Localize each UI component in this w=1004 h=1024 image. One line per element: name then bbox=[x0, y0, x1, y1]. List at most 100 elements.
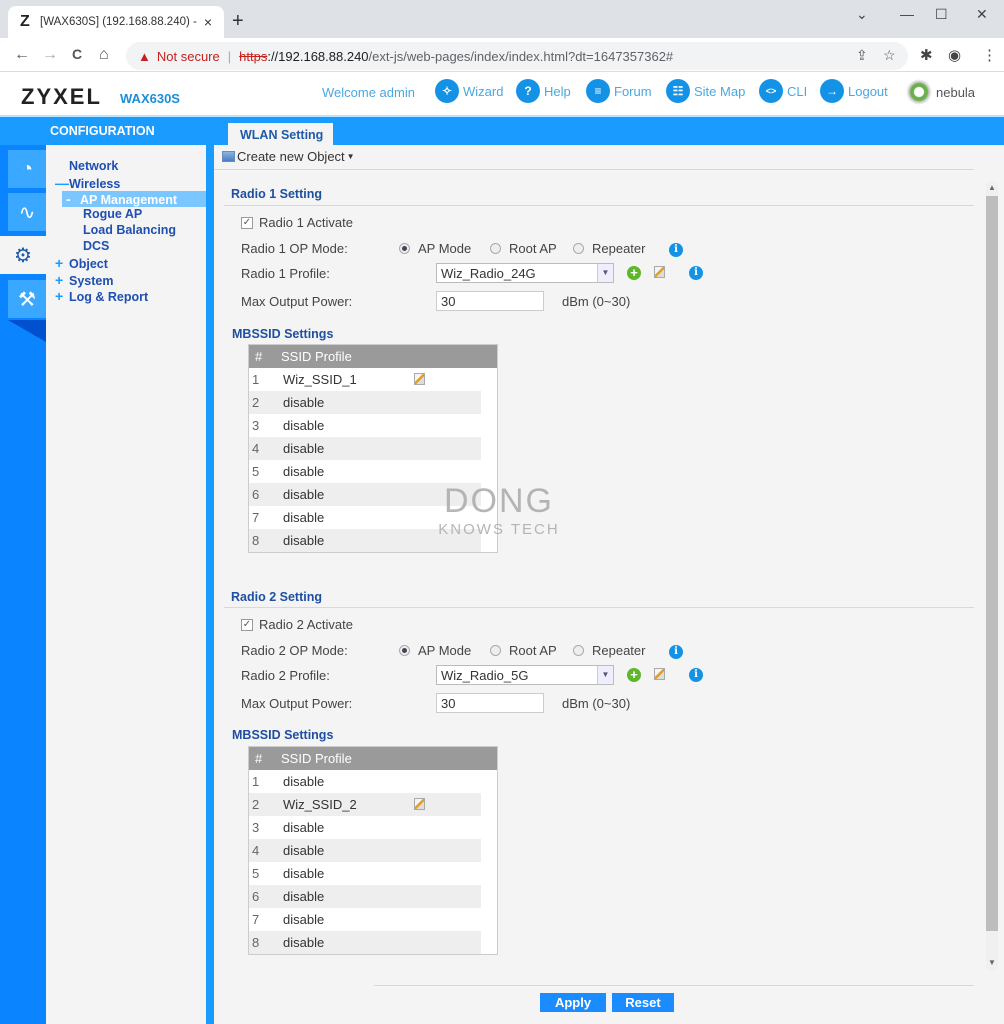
table-row[interactable]: 4 disable bbox=[249, 437, 481, 460]
profile-icon[interactable]: ◉ bbox=[948, 46, 961, 64]
ssid-profile: disable bbox=[283, 441, 325, 456]
extensions-icon[interactable]: ✱ bbox=[920, 46, 933, 64]
apply-button[interactable]: Apply bbox=[540, 993, 606, 1012]
nebula-link[interactable]: nebula bbox=[906, 79, 975, 105]
monitor-button[interactable]: ∿ bbox=[8, 193, 46, 231]
table-row[interactable]: 8 disable bbox=[249, 931, 481, 954]
row-index: 5 bbox=[252, 866, 260, 881]
table-header: # SSID Profile bbox=[249, 345, 497, 368]
close-tab-icon[interactable]: × bbox=[200, 14, 216, 30]
not-secure-label[interactable]: Not secure bbox=[157, 49, 220, 64]
minimize-icon[interactable]: — bbox=[900, 6, 914, 22]
radio1-repeater-option[interactable]: Repeater bbox=[573, 241, 645, 256]
tree-item-load-balancing[interactable]: Load Balancing bbox=[69, 223, 176, 237]
radio2-activate-checkbox[interactable]: ✓ bbox=[241, 618, 253, 631]
browser-toolbar: ← → C ⌂ ▲ Not secure | https://192.168.8… bbox=[0, 38, 1004, 72]
scrollbar-thumb[interactable] bbox=[986, 196, 998, 931]
radio1-profile-info-icon[interactable]: i bbox=[689, 266, 703, 280]
radio2-add-profile-icon[interactable]: + bbox=[627, 668, 641, 682]
radio1-add-profile-icon[interactable]: + bbox=[627, 266, 641, 280]
tree-item-object[interactable]: + Object bbox=[55, 255, 108, 271]
radio1-activate-checkbox[interactable]: ✓ bbox=[241, 216, 253, 229]
radio2-ap-mode-option[interactable]: AP Mode bbox=[399, 643, 471, 658]
radio2-repeater-option[interactable]: Repeater bbox=[573, 643, 645, 658]
edit-ssid-icon[interactable] bbox=[414, 798, 425, 810]
help-link[interactable]: ? Help bbox=[516, 79, 571, 103]
forward-icon[interactable]: → bbox=[42, 46, 58, 64]
radio2-activate[interactable]: ✓ Radio 2 Activate bbox=[241, 617, 353, 632]
radio1-profile-select[interactable]: Wiz_Radio_24G ▼ bbox=[436, 263, 614, 283]
panel-splitter[interactable] bbox=[206, 145, 214, 1024]
tree-item-system[interactable]: + System bbox=[55, 272, 113, 288]
radio1-ap-mode-option[interactable]: AP Mode bbox=[399, 241, 471, 256]
site-map-link[interactable]: ☷ Site Map bbox=[666, 79, 745, 103]
table-row[interactable]: 4 disable bbox=[249, 839, 481, 862]
wand-icon: ✧ bbox=[435, 79, 459, 103]
radio2-edit-profile-icon[interactable] bbox=[654, 668, 665, 680]
create-new-object-menu[interactable]: Create new Object ▼ bbox=[222, 149, 355, 164]
radio2-power-input[interactable]: 30 bbox=[436, 693, 544, 713]
radio1-edit-profile-icon[interactable] bbox=[654, 266, 665, 278]
row-index: 8 bbox=[252, 533, 260, 548]
maximize-icon[interactable]: ☐ bbox=[935, 6, 948, 23]
radio2-profile-select[interactable]: Wiz_Radio_5G ▼ bbox=[436, 665, 614, 685]
configuration-button[interactable]: ⚙ bbox=[0, 236, 46, 274]
wlan-setting-panel: Create new Object ▼ Radio 1 Setting ✓ Rad… bbox=[214, 145, 1004, 1024]
radio2-op-mode-info-icon[interactable]: i bbox=[669, 645, 683, 659]
radio1-op-mode-info-icon[interactable]: i bbox=[669, 243, 683, 257]
maintenance-icon: ⚒ bbox=[18, 288, 36, 311]
table-row[interactable]: 5 disable bbox=[249, 460, 481, 483]
tree-item-dcs[interactable]: DCS bbox=[69, 239, 109, 253]
forum-link[interactable]: ≡ Forum bbox=[586, 79, 652, 103]
radio1-activate[interactable]: ✓ Radio 1 Activate bbox=[241, 215, 353, 230]
row-index: 8 bbox=[252, 935, 260, 950]
table-row[interactable]: 2 Wiz_SSID_2 bbox=[249, 793, 481, 816]
table-row[interactable]: 5 disable bbox=[249, 862, 481, 885]
row-index: 5 bbox=[252, 464, 260, 479]
share-icon[interactable]: ⇪ bbox=[856, 47, 868, 64]
content-scrollbar[interactable]: ▲ ▼ bbox=[986, 182, 998, 970]
logout-link[interactable]: → Logout bbox=[820, 79, 888, 103]
ssid-profile: disable bbox=[283, 418, 325, 433]
tree-item-wireless[interactable]: —Wireless bbox=[55, 175, 120, 191]
back-icon[interactable]: ← bbox=[14, 46, 30, 64]
reload-icon[interactable]: C bbox=[72, 46, 82, 62]
tab-search-icon[interactable]: ⌄ bbox=[856, 6, 868, 23]
new-tab-button[interactable]: + bbox=[232, 10, 244, 33]
reset-button[interactable]: Reset bbox=[612, 993, 674, 1012]
tree-item-log-report[interactable]: + Log & Report bbox=[55, 288, 148, 304]
ssid-profile: disable bbox=[283, 774, 325, 789]
radio1-power-input[interactable]: 30 bbox=[436, 291, 544, 311]
table-row[interactable]: 1 Wiz_SSID_1 bbox=[249, 368, 481, 391]
row-index: 6 bbox=[252, 889, 260, 904]
scroll-up-icon: ▲ bbox=[988, 183, 996, 192]
address-bar[interactable]: ▲ Not secure | https://192.168.88.240/ex… bbox=[126, 42, 908, 70]
browser-tab[interactable]: Z [WAX630S] (192.168.88.240) - .:: × bbox=[8, 6, 224, 38]
radio2-profile-info-icon[interactable]: i bbox=[689, 668, 703, 682]
dashboard-icon: ◔ bbox=[20, 157, 34, 180]
edit-ssid-icon[interactable] bbox=[414, 373, 425, 385]
wizard-link[interactable]: ✧ Wizard bbox=[435, 79, 503, 103]
tab-wlan-setting[interactable]: WLAN Setting bbox=[228, 123, 333, 145]
maintenance-button[interactable]: ⚒ bbox=[8, 280, 46, 318]
table-row[interactable]: 7 disable bbox=[249, 908, 481, 931]
radio1-root-ap-option[interactable]: Root AP bbox=[490, 241, 557, 256]
tree-item-rogue-ap[interactable]: Rogue AP bbox=[69, 207, 142, 221]
radio2-power-unit: dBm (0~30) bbox=[562, 696, 631, 711]
table-row[interactable]: 2 disable bbox=[249, 391, 481, 414]
table-row[interactable]: 1 disable bbox=[249, 770, 481, 793]
tree-item-network[interactable]: Network bbox=[55, 159, 118, 173]
ssid-profile: disable bbox=[283, 395, 325, 410]
bookmark-star-icon[interactable]: ☆ bbox=[883, 47, 896, 64]
home-icon[interactable]: ⌂ bbox=[99, 46, 109, 64]
browser-menu-icon[interactable]: ⋮ bbox=[982, 46, 997, 64]
cli-link[interactable]: <> CLI bbox=[759, 79, 807, 103]
radio2-root-ap-option[interactable]: Root AP bbox=[490, 643, 557, 658]
dashboard-button[interactable]: ◔ bbox=[8, 150, 46, 188]
tree-item-ap-management[interactable]: - AP Management bbox=[62, 191, 206, 207]
window-close-icon[interactable]: ✕ bbox=[976, 6, 988, 23]
table-row[interactable]: 3 disable bbox=[249, 816, 481, 839]
table-row[interactable]: 6 disable bbox=[249, 885, 481, 908]
table-row[interactable]: 3 disable bbox=[249, 414, 481, 437]
zyxel-logo: ZYXEL bbox=[21, 84, 102, 109]
